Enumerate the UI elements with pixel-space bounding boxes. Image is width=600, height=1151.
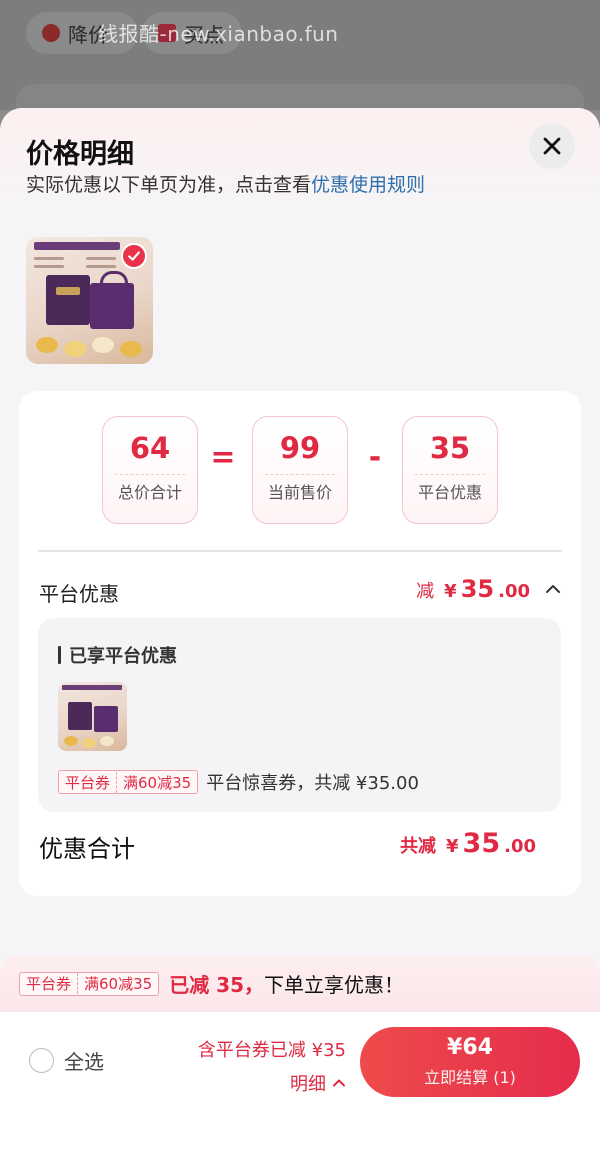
chevron-up-icon: [546, 585, 560, 593]
enjoyed-title-text: 已享平台优惠: [69, 646, 177, 667]
checkout-label: 立即结算 (1): [424, 1068, 516, 1087]
mooncake: [120, 341, 142, 357]
promo-coupon-condition: 满60减35: [84, 975, 153, 993]
promo-strip: 平台券 满60减35 已减 35，下单立享优惠！: [0, 955, 600, 1015]
mooncake: [64, 736, 78, 746]
discount-currency: ¥: [444, 581, 457, 602]
promo-message: 下单立享优惠！: [264, 973, 404, 997]
close-icon: [543, 137, 561, 155]
mooncake: [82, 738, 96, 748]
total-discount-amount: 共减 ¥ 35 .00: [400, 828, 536, 859]
enjoyed-discount-title: 已享平台优惠: [58, 642, 177, 668]
product-image[interactable]: [26, 237, 153, 364]
product-thumbnail: [58, 682, 127, 751]
total-discount-prefix: 共减: [400, 836, 436, 857]
detail-label: 明细: [290, 1074, 326, 1095]
mooncake: [92, 337, 114, 353]
card-content-layer: 平台优惠 减 ¥ 35 .00 已享平台优惠 平台券 满60减35 平台惊喜券，…: [19, 391, 581, 896]
product-gift-box: [46, 275, 90, 325]
product-art-line: [86, 257, 116, 260]
product-gift-bag: [90, 271, 134, 329]
discount-rules-link[interactable]: 优惠使用规则: [311, 174, 425, 196]
sheet-title: 价格明细: [26, 139, 134, 170]
select-all[interactable]: 全选: [29, 1046, 104, 1075]
coupon-type: 平台券: [59, 771, 118, 793]
total-discount-label: 优惠合计: [39, 835, 135, 863]
select-all-label: 全选: [64, 1050, 104, 1074]
discount-prefix: 减: [416, 581, 435, 602]
product-art-line: [34, 265, 64, 268]
product-gift-box: [68, 702, 92, 730]
platform-discount-title: 平台优惠: [39, 582, 119, 606]
promo-coupon-tag: 平台券 满60减35: [19, 971, 160, 996]
product-art-line: [86, 265, 116, 268]
enjoyed-discount-panel: 已享平台优惠 平台券 满60减35 平台惊喜券，共减 ¥35.00: [38, 618, 561, 812]
summary-detail-toggle[interactable]: 明细: [198, 1070, 346, 1096]
selected-badge: [121, 243, 147, 269]
mooncake: [36, 337, 58, 353]
coupon-row: 平台券 满60减35 平台惊喜券，共减 ¥35.00: [58, 769, 419, 795]
subtitle-text: 实际优惠以下单页为准，点击查看: [26, 174, 312, 196]
promo-highlight: 已减 35，: [169, 973, 264, 997]
chevron-up-icon: [333, 1079, 345, 1087]
select-all-radio[interactable]: [29, 1048, 54, 1073]
product-art-header: [34, 242, 120, 250]
discount-summary: 含平台券已减 ¥35 明细: [198, 1036, 346, 1096]
promo-coupon-type: 平台券: [20, 973, 79, 994]
checkout-amount: ¥64: [447, 1035, 493, 1060]
coupon-tag: 平台券 满60减35: [58, 770, 199, 794]
total-discount-int: 35: [462, 828, 501, 859]
mooncake: [100, 736, 114, 746]
checkout-button[interactable]: ¥64 立即结算 (1): [360, 1027, 580, 1097]
product-gift-bag: [94, 706, 118, 732]
summary-discount-text: 含平台券已减 ¥35: [197, 1040, 346, 1061]
coupon-description: 平台惊喜券，共减 ¥35.00: [206, 773, 419, 794]
discount-amount-dec: .00: [498, 581, 530, 602]
platform-discount-toggle[interactable]: 减 ¥ 35 .00: [416, 575, 562, 603]
mooncake: [64, 341, 86, 357]
check-icon: [128, 251, 140, 261]
close-button[interactable]: [529, 123, 575, 169]
checkout-footer: 全选 含平台券已减 ¥35 明细 ¥64 立即结算 (1): [0, 1012, 600, 1151]
total-discount-dec: .00: [504, 836, 536, 857]
price-drop-icon: [42, 24, 60, 42]
coupon-condition: 满60减35: [123, 773, 192, 792]
promo-row: 平台券 满60减35 已减 35，下单立享优惠！: [19, 969, 404, 998]
watermark: 线报酷-new.xianbao.fun: [98, 22, 339, 46]
sheet-subtitle: 实际优惠以下单页为准，点击查看优惠使用规则: [26, 170, 425, 197]
total-discount-currency: ¥: [446, 836, 459, 857]
discount-amount-int: 35: [460, 575, 495, 603]
product-art-header: [62, 685, 122, 690]
promo-text: 已减 35，下单立享优惠！: [169, 969, 404, 998]
product-art-line: [34, 257, 64, 260]
title-bar: [58, 646, 61, 664]
